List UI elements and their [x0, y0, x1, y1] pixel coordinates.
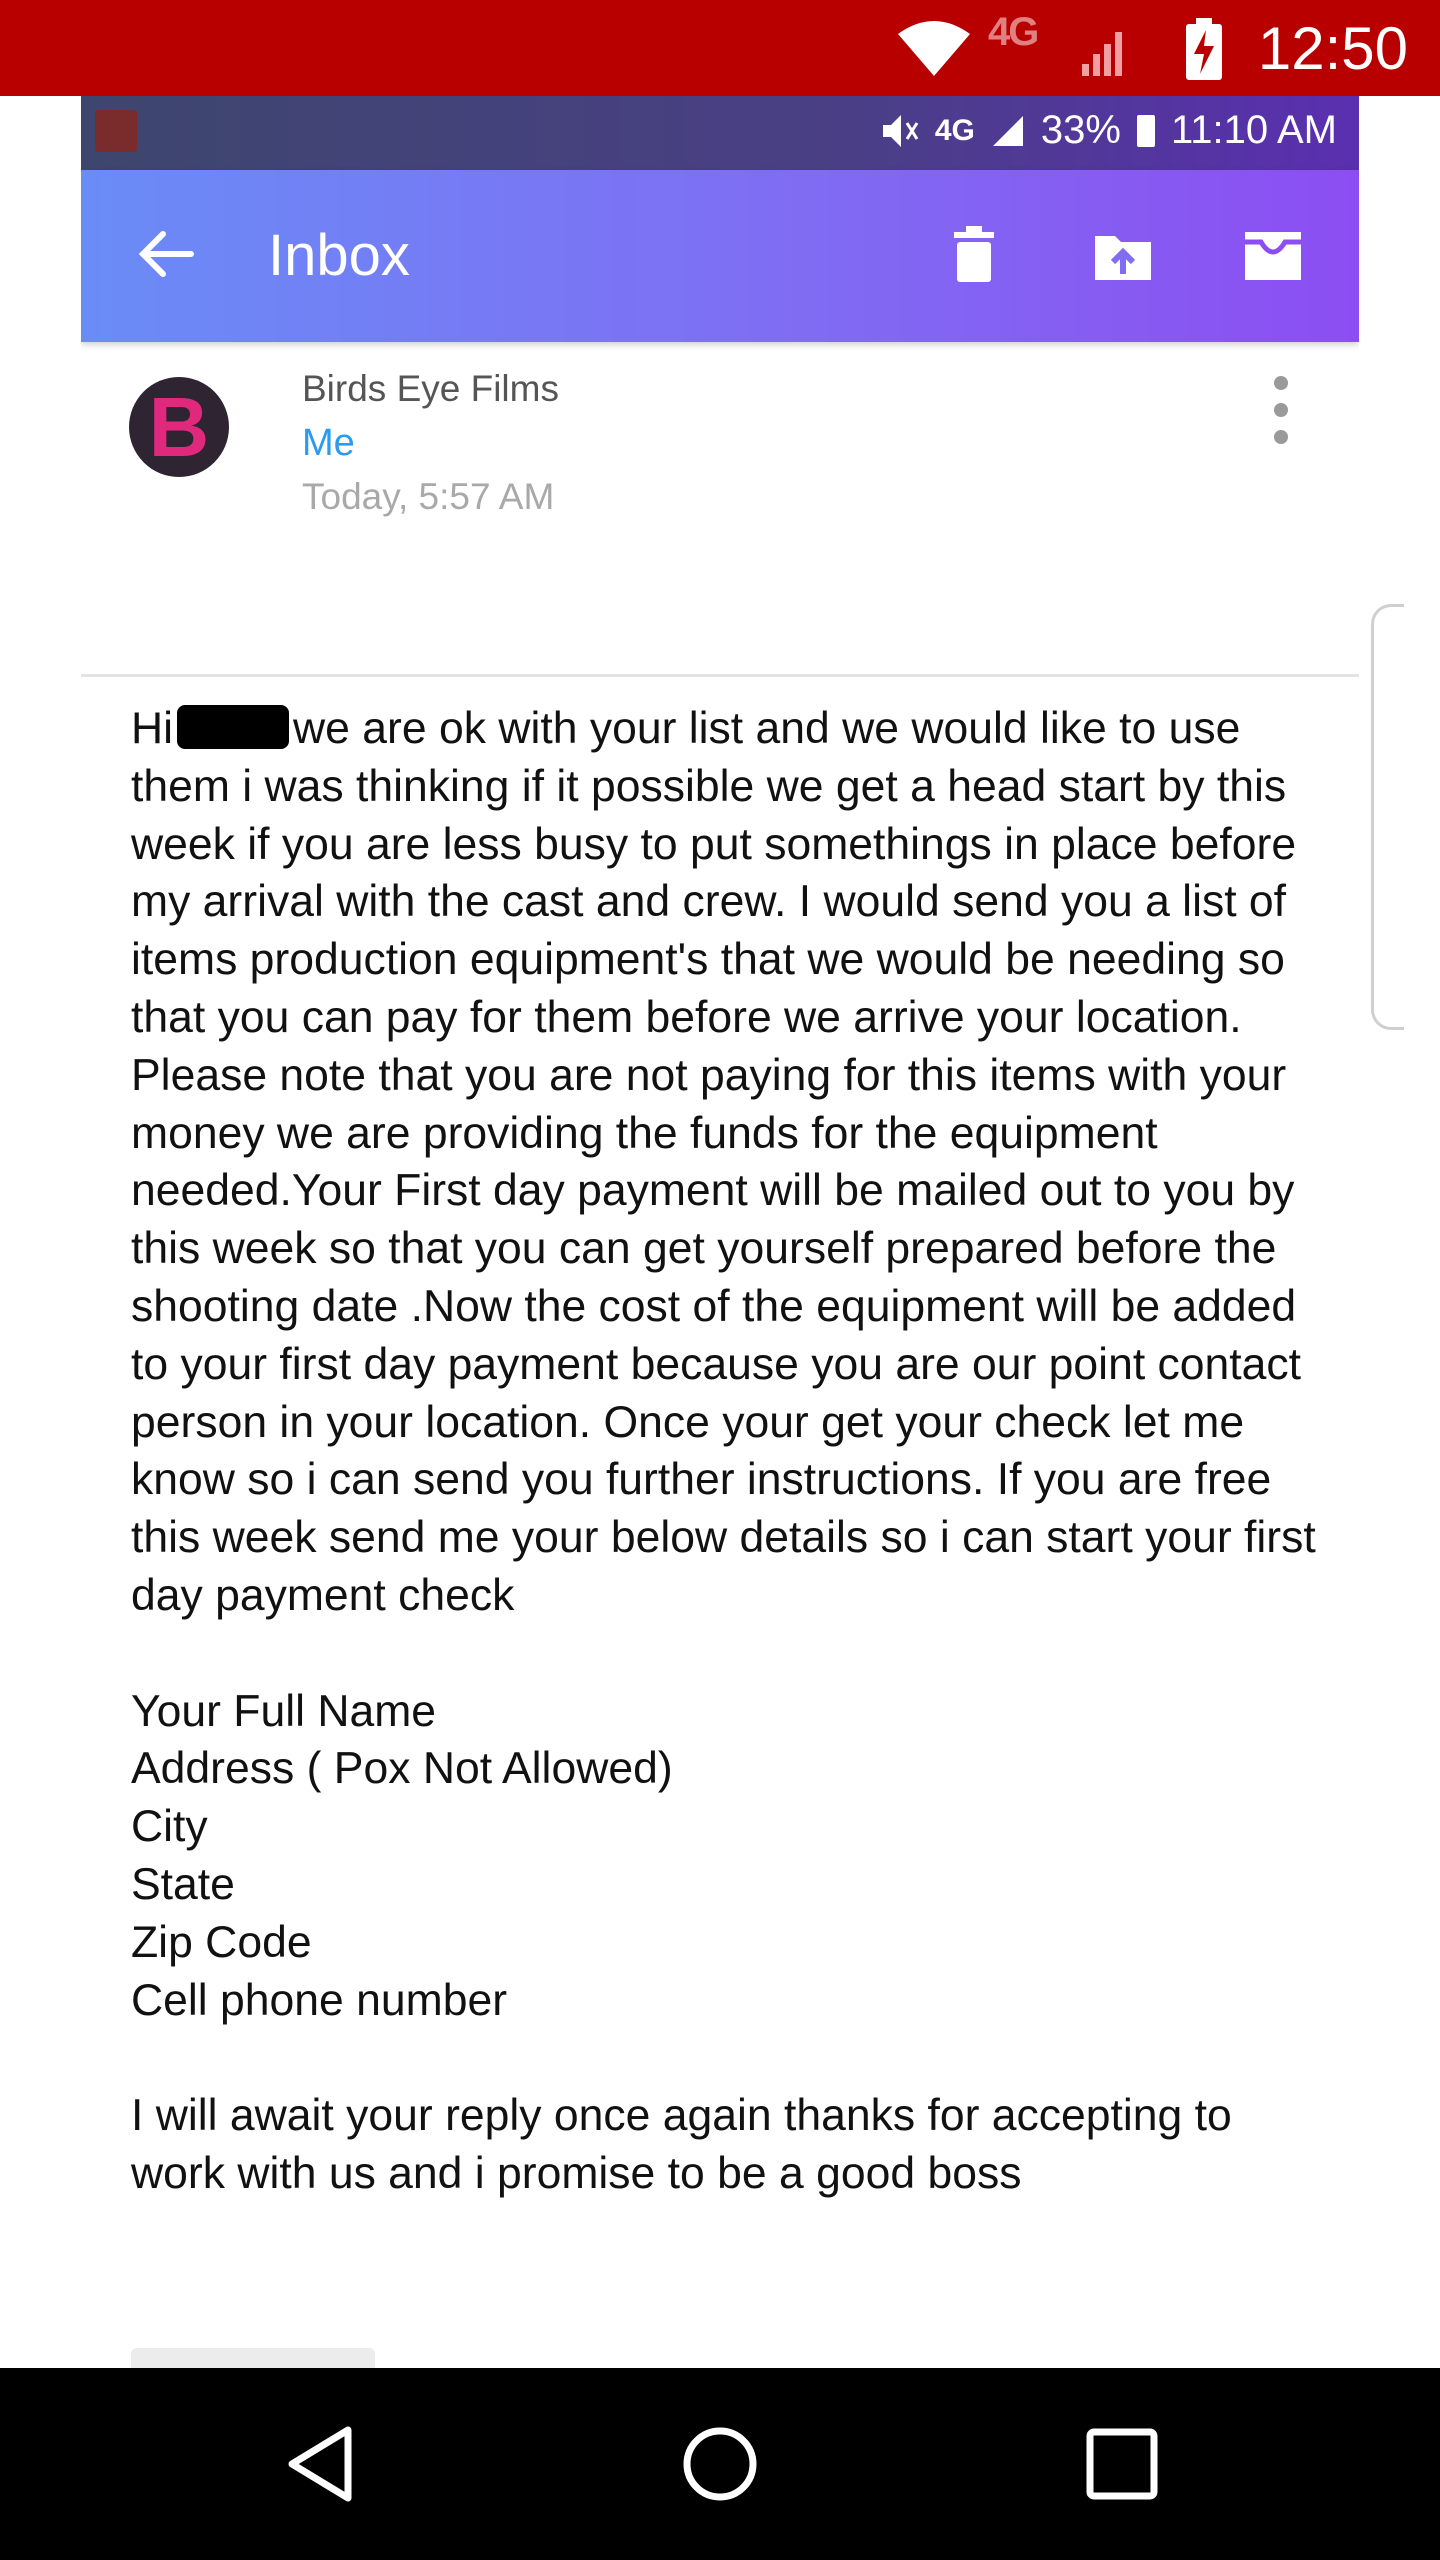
- recents-nav-icon[interactable]: [1082, 2424, 1162, 2504]
- sender-avatar[interactable]: B: [129, 377, 229, 477]
- inner-battery-icon: [1136, 114, 1155, 147]
- outer-status-bar: 4G 12:50: [0, 0, 1440, 96]
- app-bar: Inbox: [81, 170, 1359, 342]
- inner-status-right: 4G 33% 11:10 AM: [879, 108, 1337, 153]
- redacted-name: [177, 705, 290, 749]
- closing-paragraph: I will await your reply once again thank…: [131, 2091, 1232, 2198]
- home-nav-icon[interactable]: [680, 2424, 760, 2504]
- page-title: Inbox: [268, 223, 410, 288]
- body-text: we are ok with your list and we would li…: [131, 704, 1316, 1620]
- back-nav-icon[interactable]: [282, 2424, 362, 2504]
- greeting: Hi: [131, 704, 174, 753]
- sender-name: Birds Eye Films: [302, 368, 559, 409]
- app-thumbnail-icon: [95, 110, 137, 152]
- email-screen: 4G 33% 11:10 AM Inbox B Birds Eye Films …: [81, 96, 1359, 2368]
- avatar-letter: B: [148, 380, 210, 474]
- message-header: B Birds Eye Films Me Today, 5:57 AM: [81, 342, 1359, 676]
- inner-signal-icon: [992, 115, 1023, 146]
- wifi-icon: [898, 21, 970, 76]
- details-item: State: [131, 1859, 235, 1909]
- network-type-label: 4G: [988, 10, 1039, 54]
- inner-network-label: 4G: [934, 113, 975, 147]
- attachment-chip[interactable]: [131, 2348, 375, 2368]
- navigation-bar: [0, 2368, 1440, 2560]
- outer-clock: 12:50: [1257, 15, 1408, 82]
- inner-status-bar: 4G 33% 11:10 AM: [81, 96, 1359, 170]
- inner-clock: 11:10 AM: [1170, 108, 1337, 152]
- archive-icon[interactable]: [1241, 222, 1305, 286]
- scroll-indicator[interactable]: [1371, 604, 1404, 1030]
- body-paragraph-1: Hi we are ok with your list and we would …: [131, 700, 1331, 1625]
- back-icon[interactable]: [135, 222, 199, 286]
- mute-icon: [882, 114, 919, 147]
- move-to-folder-icon[interactable]: [1091, 222, 1155, 286]
- message-body: Hi we are ok with your list and we would …: [131, 700, 1331, 2203]
- right-margin: [1359, 96, 1440, 2368]
- details-item: City: [131, 1802, 208, 1852]
- more-options-icon[interactable]: [1271, 376, 1291, 448]
- details-list: Your Full Name Address ( Pox Not Allowed…: [131, 1683, 1331, 2030]
- header-divider: [81, 674, 1359, 677]
- battery-charging-icon: [1186, 18, 1222, 80]
- recipient-name[interactable]: Me: [302, 422, 355, 465]
- details-item: Your Full Name: [131, 1686, 437, 1736]
- left-margin: [0, 96, 81, 2368]
- details-item: Address ( Pox Not Allowed): [131, 1744, 673, 1794]
- signal-icon: [1082, 32, 1122, 76]
- battery-percent: 33%: [1040, 108, 1121, 152]
- details-item: Zip Code: [131, 1917, 312, 1967]
- delete-icon[interactable]: [942, 222, 1006, 286]
- message-date: Today, 5:57 AM: [302, 476, 555, 517]
- details-item: Cell phone number: [131, 1975, 508, 2025]
